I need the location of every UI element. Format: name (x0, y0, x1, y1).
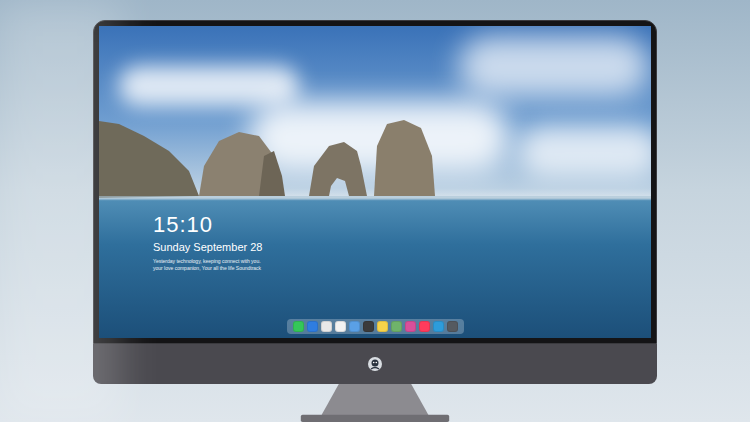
monitor-chin (93, 344, 657, 384)
cloud (519, 126, 651, 176)
tagline-line: your love companion, Your all the life S… (153, 265, 262, 272)
cloud (459, 36, 649, 96)
monitor-bezel: 15:10 Sunday September 28 Yesterday tech… (93, 20, 657, 344)
clock: 15:10 (153, 212, 262, 238)
dock-app-icon[interactable] (447, 321, 458, 332)
dock-app-icon[interactable] (391, 321, 402, 332)
lock-screen-info: 15:10 Sunday September 28 Yesterday tech… (153, 212, 262, 272)
dock-app-icon[interactable] (321, 321, 332, 332)
brand-logo-icon (367, 356, 383, 372)
dock-app-icon[interactable] (419, 321, 430, 332)
dock-app-icon[interactable] (293, 321, 304, 332)
dock-app-icon[interactable] (349, 321, 360, 332)
dock-area (99, 319, 651, 334)
monitor: 15:10 Sunday September 28 Yesterday tech… (93, 20, 657, 384)
tagline: Yesterday technology, keeping connect wi… (153, 258, 262, 272)
tagline-line: Yesterday technology, keeping connect wi… (153, 258, 262, 265)
dock-app-icon[interactable] (335, 321, 346, 332)
dock-app-icon[interactable] (363, 321, 374, 332)
sea-stacks-icon (99, 26, 651, 338)
dock-app-icon[interactable] (377, 321, 388, 332)
cloud (119, 66, 299, 106)
dock-app-icon[interactable] (307, 321, 318, 332)
dock-app-icon[interactable] (405, 321, 416, 332)
date: Sunday September 28 (153, 240, 262, 254)
dock (287, 319, 464, 334)
dock-app-icon[interactable] (433, 321, 444, 332)
scene: 15:10 Sunday September 28 Yesterday tech… (0, 0, 750, 422)
desktop-screen: 15:10 Sunday September 28 Yesterday tech… (99, 26, 651, 338)
monitor-stand-icon (285, 384, 465, 422)
